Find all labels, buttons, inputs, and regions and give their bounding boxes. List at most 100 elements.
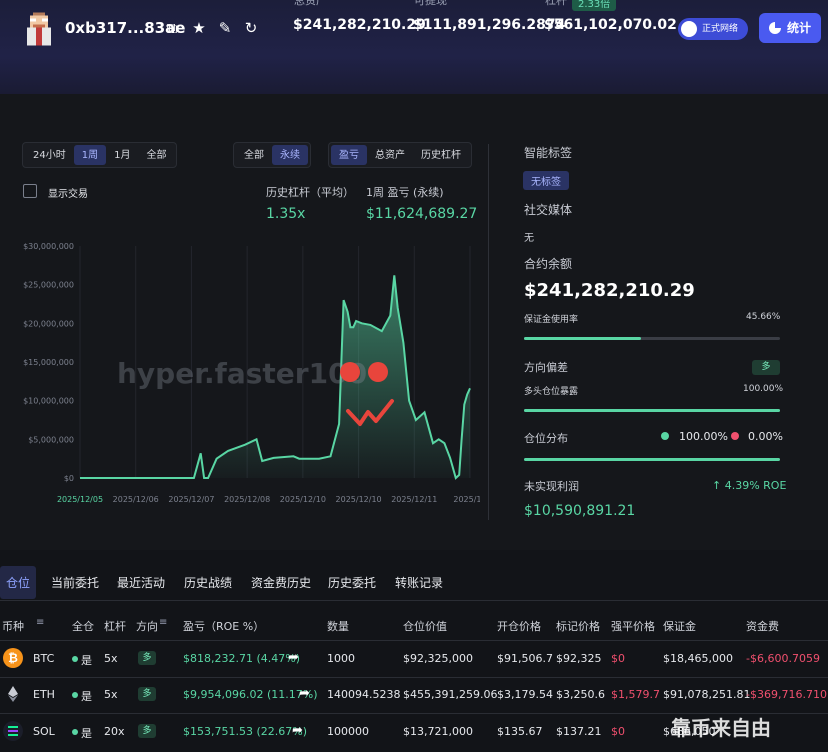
time-1w[interactable]: 1周: [73, 145, 107, 165]
copy-icon[interactable]: ⧉: [163, 19, 181, 37]
withdrawable-value: $111,891,296.2874: [413, 17, 566, 33]
social-value: 无: [524, 233, 534, 244]
leverage-value: 5x: [104, 652, 118, 665]
margin-usage-label: 保证金使用率: [524, 315, 579, 325]
x-tick-label: 2025/12/08: [224, 495, 270, 504]
metric-leverage[interactable]: 历史杠杆: [413, 145, 469, 165]
social-label: 社交媒体: [524, 203, 573, 217]
share-icon[interactable]: ↻: [242, 19, 260, 37]
dist-long-value: 100.00%: [679, 430, 728, 443]
network-label: 正式网络: [702, 24, 739, 34]
btc-icon: ₿: [3, 648, 23, 668]
leverage-value: 20x: [104, 725, 125, 738]
distribution-label: 仓位分布: [524, 432, 568, 445]
show-trades-checkbox[interactable]: [23, 184, 37, 198]
direction-badge: 多: [138, 651, 156, 665]
tab-transfers[interactable]: 转账记录: [395, 574, 443, 591]
market-all[interactable]: 全部: [236, 145, 272, 165]
y-tick-label: $30,000,000: [23, 242, 74, 251]
show-trades-label: 显示交易: [48, 189, 88, 200]
time-1m[interactable]: 1月: [106, 145, 138, 165]
y-tick-label: $20,000,000: [23, 319, 74, 328]
liq-price: $0: [611, 725, 625, 738]
market-selector: 全部 永续: [233, 142, 311, 168]
overlay-watermark: 靠币来自由: [671, 716, 771, 740]
tab-order-history[interactable]: 历史委托: [328, 574, 376, 591]
cross-dot: [72, 729, 78, 735]
leverage-value: 5x: [104, 688, 118, 701]
short-dot: [731, 432, 739, 440]
pnl-value: $818,232.71 (4.47%): [183, 652, 301, 665]
smart-tag-label: 智能标签: [524, 146, 573, 160]
stats-button-label: 统计: [787, 21, 812, 35]
sol-icon: [3, 721, 23, 741]
time-all[interactable]: 全部: [138, 145, 174, 165]
metric-total-assets[interactable]: 总资产: [367, 145, 413, 165]
direction-filter-icon[interactable]: ≡: [159, 617, 167, 628]
y-tick-label: $15,000,000: [23, 358, 74, 367]
entry-price: $91,506.7: [497, 652, 553, 665]
header-direction[interactable]: 方向: [136, 618, 158, 634]
share-arrow-icon[interactable]: ➦: [299, 686, 310, 701]
cross-value: 是: [81, 727, 92, 740]
row-divider: [0, 640, 828, 641]
time-24h[interactable]: 24小时: [25, 145, 74, 165]
margin-value: $91,078,251.81: [663, 688, 751, 701]
cross-value: 是: [81, 690, 92, 703]
long-exposure-bar: [524, 409, 780, 412]
funding-value: -$6,600.7059: [746, 652, 820, 665]
long-dot: [661, 432, 669, 440]
leverage-badge: 2.33倍: [572, 0, 617, 11]
share-arrow-icon[interactable]: ➦: [288, 650, 299, 665]
share-arrow-icon[interactable]: ➦: [292, 723, 303, 738]
leverage-value: $561,102,070.02: [544, 17, 677, 33]
direction-badge: 多: [138, 724, 156, 738]
margin-usage-value: 45.66%: [746, 312, 781, 322]
network-toggle[interactable]: 正式网络: [678, 18, 748, 40]
long-exposure-value: 100.00%: [743, 384, 784, 394]
direction-label: 方向偏差: [524, 361, 568, 374]
y-tick-label: $5,000,000: [28, 435, 74, 444]
avg-leverage-value: 1.35x: [266, 206, 306, 222]
header-cross: 全仓: [72, 620, 94, 633]
star-icon[interactable]: ★: [190, 19, 208, 37]
margin-value: $18,465,000: [663, 652, 733, 665]
header-entry-price: 开仓价格: [497, 620, 541, 633]
header-qty: 数量: [327, 620, 349, 633]
header-leverage: 杠杆: [104, 620, 126, 633]
liq-price: $0: [611, 652, 625, 665]
chart-watermark: hyper.faster100: [117, 357, 367, 390]
pnl-value: $153,751.53 (22.67%): [183, 725, 308, 738]
pnl-chart: $30,000,000 $25,000,000 $20,000,000 $15,000…: [23, 242, 480, 504]
y-tick-label: $10,000,000: [23, 397, 74, 406]
tab-recent-activity[interactable]: 最近活动: [117, 574, 165, 591]
x-tick-label: 2025/12/10: [336, 495, 382, 504]
mark-price: $137.21: [556, 725, 602, 738]
tab-history-record[interactable]: 历史战绩: [184, 574, 232, 591]
header-position-value: 仓位价值: [403, 620, 447, 633]
tabs-divider: [0, 600, 828, 601]
tab-funding-history[interactable]: 资金费历史: [251, 574, 311, 591]
x-tick-label: 2025/12/07: [168, 495, 214, 504]
position-value: $455,391,259.06: [403, 688, 498, 701]
eth-icon: [8, 686, 18, 702]
market-perp[interactable]: 永续: [272, 145, 308, 165]
tab-open-orders[interactable]: 当前委托: [51, 574, 99, 591]
liq-price: $1,579.7: [611, 688, 660, 701]
coin-filter-icon[interactable]: ≡: [36, 617, 44, 628]
stats-button[interactable]: 统计: [759, 13, 821, 43]
x-tick-label: 2025/12/11: [391, 495, 437, 504]
x-tick-label: 2025/12/05: [57, 495, 103, 504]
cross-dot: [72, 692, 78, 698]
smart-tag-badge: 无标签: [523, 171, 569, 190]
upnl-label: 未实现利润: [524, 480, 579, 493]
header-coin[interactable]: 币种: [2, 618, 24, 634]
long-exposure-label: 多头仓位暴露: [524, 387, 579, 397]
metric-pnl[interactable]: 盈亏: [331, 145, 367, 165]
edit-icon[interactable]: ✎: [216, 19, 234, 37]
header-mark-price: 标记价格: [556, 620, 600, 633]
tab-positions[interactable]: 仓位: [0, 566, 37, 599]
cross-dot: [72, 656, 78, 662]
balance-value: $241,282,210.29: [524, 280, 695, 301]
row-divider: [0, 677, 828, 678]
